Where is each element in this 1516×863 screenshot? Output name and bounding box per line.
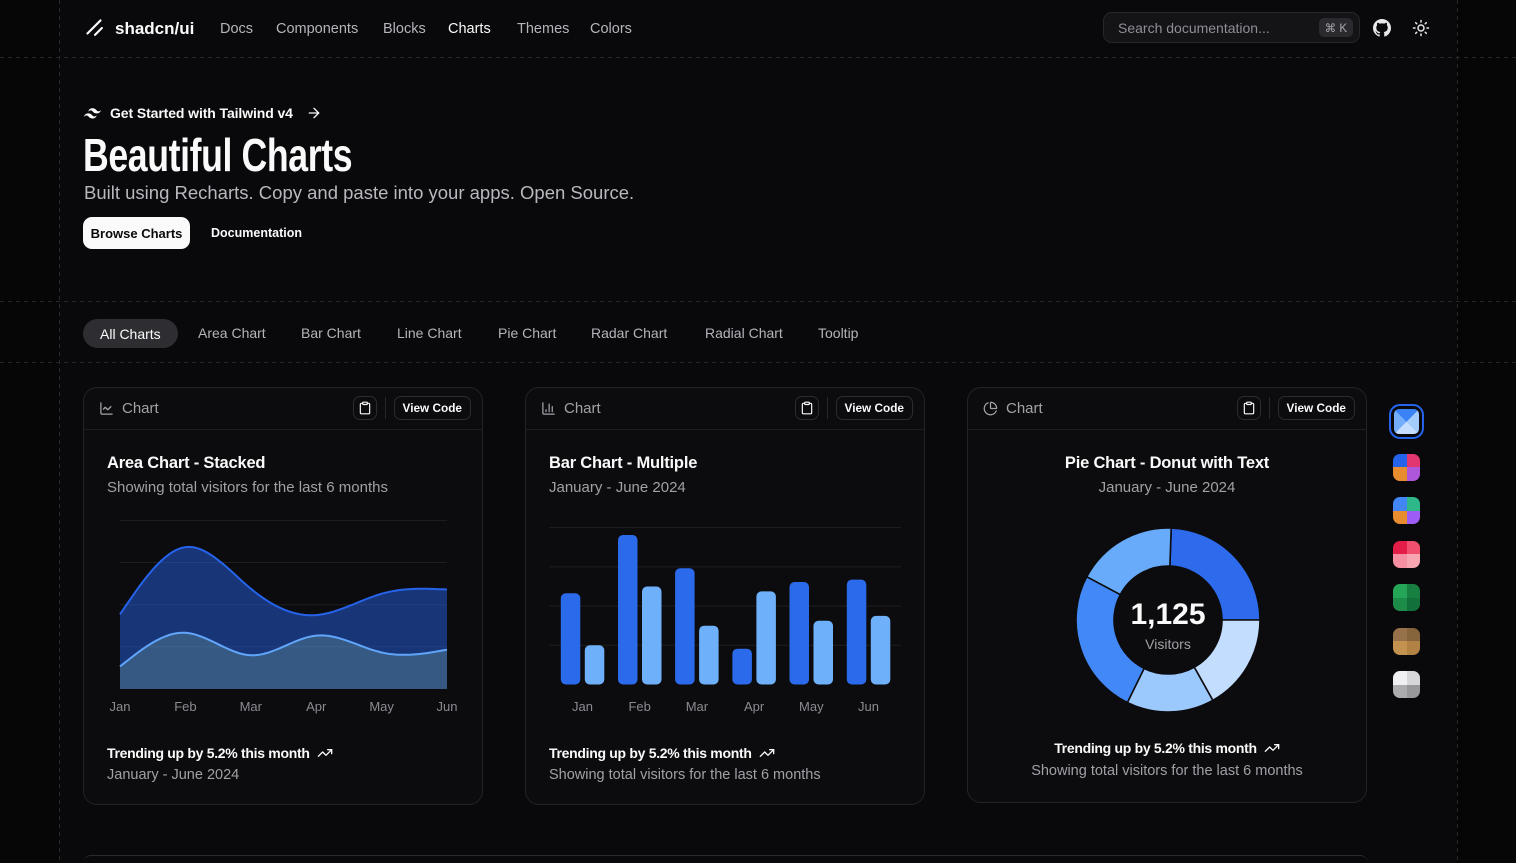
svg-text:Apr: Apr xyxy=(744,699,765,714)
svg-text:Mar: Mar xyxy=(686,699,709,714)
svg-text:Jan: Jan xyxy=(572,699,593,714)
svg-text:Jun: Jun xyxy=(437,699,458,714)
svg-text:May: May xyxy=(369,699,394,714)
svg-text:Feb: Feb xyxy=(628,699,650,714)
svg-text:Mar: Mar xyxy=(240,699,263,714)
svg-text:May: May xyxy=(799,699,824,714)
svg-text:Jan: Jan xyxy=(110,699,131,714)
svg-text:Jun: Jun xyxy=(858,699,879,714)
svg-text:Apr: Apr xyxy=(306,699,327,714)
svg-text:Feb: Feb xyxy=(174,699,196,714)
